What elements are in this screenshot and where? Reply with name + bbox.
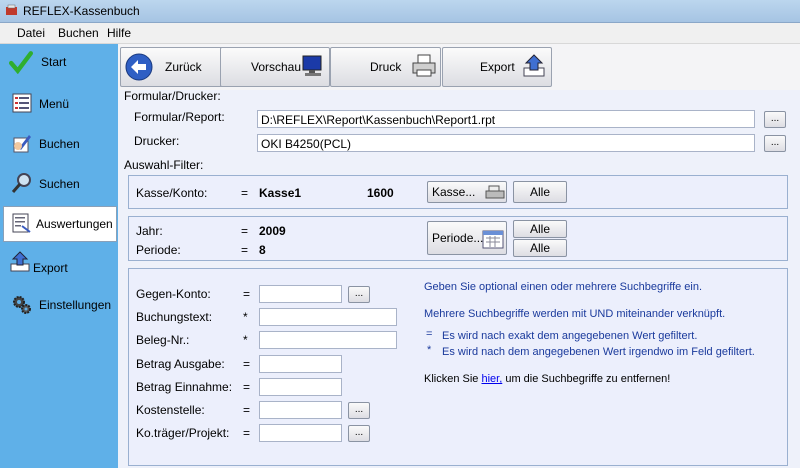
jahr-all-button[interactable]: Alle xyxy=(513,220,567,238)
jahr-label: Jahr: xyxy=(136,224,163,238)
window-title: REFLEX-Kassenbuch xyxy=(23,4,140,18)
form-path-field[interactable]: D:\REFLEX\Report\Kassenbuch\Report1.rpt xyxy=(257,110,755,128)
sidebar-item-buchen[interactable]: Buchen xyxy=(3,126,115,162)
periode-value: 8 xyxy=(259,243,266,257)
kasse-operator: = xyxy=(241,186,249,200)
search-operator: = xyxy=(243,403,251,417)
printer-label: Drucker: xyxy=(134,134,180,148)
betrag-einnahme-input[interactable] xyxy=(259,378,342,396)
search-label-kostentraeger: Ko.träger/Projekt: xyxy=(136,426,230,440)
preview-button[interactable]: Vorschau xyxy=(220,47,330,87)
cash-register-icon xyxy=(485,185,505,199)
legend-star-symbol: * xyxy=(427,344,432,356)
export-arrow-icon xyxy=(10,251,30,272)
search-label-betrag-ausgabe: Betrag Ausgabe: xyxy=(136,357,225,371)
gears-icon xyxy=(13,296,31,314)
browse-form-button[interactable]: ... xyxy=(764,111,786,128)
section-title-filter: Auswahl-Filter: xyxy=(124,158,204,172)
sidebar-item-auswertungen[interactable]: Auswertungen xyxy=(3,206,117,242)
sidebar-item-label: Menü xyxy=(39,97,70,111)
search-label-belegnr: Beleg-Nr.: xyxy=(136,333,190,347)
list-icon xyxy=(12,93,32,113)
buchungstext-input[interactable] xyxy=(259,308,397,326)
section-title-printer: Formular/Drucker: xyxy=(124,89,221,103)
search-operator: = xyxy=(243,287,251,301)
toolbar: Zurück Vorschau Druck Export xyxy=(118,44,800,90)
report-icon xyxy=(12,213,31,233)
browse-gegenkonto-button[interactable]: ... xyxy=(348,286,370,303)
clear-search-line: Klicken Sie hier, um die Suchbegriffe zu… xyxy=(424,373,671,385)
app-icon xyxy=(6,4,17,15)
menu-bar: Datei Buchen Hilfe xyxy=(0,23,800,44)
periode-select-button[interactable]: Periode... xyxy=(427,221,507,255)
legend-eq-text: Es wird nach exakt dem angegebenen Wert … xyxy=(442,330,698,342)
browse-kostentraeger-button[interactable]: ... xyxy=(348,425,370,442)
print-button[interactable]: Druck xyxy=(330,47,441,87)
search-label-buchungstext: Buchungstext: xyxy=(136,310,213,324)
monitor-icon xyxy=(302,55,322,76)
pen-hand-icon xyxy=(13,135,31,153)
form-label: Formular/Report: xyxy=(134,110,225,124)
sidebar-item-label: Buchen xyxy=(39,137,80,151)
search-criteria-box: Gegen-Konto: = ... Buchungstext: * Beleg… xyxy=(128,268,788,466)
back-arrow-icon xyxy=(125,53,153,81)
search-label-kostenstelle: Kostenstelle: xyxy=(136,403,205,417)
back-button[interactable]: Zurück xyxy=(120,47,229,87)
legend-eq-symbol: = xyxy=(426,328,433,340)
kasse-select-button[interactable]: Kasse... xyxy=(427,181,507,203)
menu-buchen[interactable]: Buchen xyxy=(58,26,99,40)
menu-datei[interactable]: Datei xyxy=(17,26,45,40)
sidebar-item-start[interactable]: Start xyxy=(3,46,115,82)
period-filter-box: Jahr: = 2009 Periode: = 8 Periode... All… xyxy=(128,216,788,261)
periode-all-button[interactable]: Alle xyxy=(513,239,567,257)
search-hint-and: Mehrere Suchbegriffe werden mit UND mite… xyxy=(424,308,726,320)
kostenstelle-input[interactable] xyxy=(259,401,342,419)
sidebar-item-label: Start xyxy=(41,55,67,69)
clear-search-link[interactable]: hier, xyxy=(481,373,502,385)
sidebar-item-einstellungen[interactable]: Einstellungen xyxy=(3,287,115,323)
periode-label: Periode: xyxy=(136,243,181,257)
betrag-ausgabe-input[interactable] xyxy=(259,355,342,373)
legend-star-text: Es wird nach dem angegebenen Wert irgend… xyxy=(442,346,755,358)
sidebar: Start Menü Buchen Suchen Auswertungen Ex… xyxy=(0,44,118,468)
kasse-all-button[interactable]: Alle xyxy=(513,181,567,203)
search-hint: Geben Sie optional einen oder mehrere Su… xyxy=(424,281,703,293)
search-operator: * xyxy=(243,310,248,324)
sidebar-item-label: Auswertungen xyxy=(36,217,113,231)
kasse-label: Kasse/Konto: xyxy=(136,186,208,200)
sidebar-item-label: Einstellungen xyxy=(39,298,112,312)
periode-operator: = xyxy=(241,243,249,257)
title-bar: REFLEX-Kassenbuch xyxy=(0,0,800,23)
search-operator: = xyxy=(243,357,251,371)
kasse-value: Kasse1 xyxy=(259,186,302,200)
search-operator: * xyxy=(243,333,248,347)
browse-printer-button[interactable]: ... xyxy=(764,135,786,152)
sidebar-item-label: Suchen xyxy=(39,177,80,191)
sidebar-item-export[interactable]: Export xyxy=(3,247,115,283)
sidebar-item-menue[interactable]: Menü xyxy=(3,86,115,122)
sidebar-item-label: Export xyxy=(33,261,68,275)
browse-kostenstelle-button[interactable]: ... xyxy=(348,402,370,419)
main-content: Zurück Vorschau Druck Export Formular/Dr… xyxy=(118,44,800,468)
search-label-betrag-einnahme: Betrag Einnahme: xyxy=(136,380,233,394)
kasse-number: 1600 xyxy=(367,186,394,200)
gegenkonto-input[interactable] xyxy=(259,285,342,303)
search-operator: = xyxy=(243,426,251,440)
magnifier-icon xyxy=(11,173,31,193)
printer-field[interactable]: OKI B4250(PCL) xyxy=(257,134,755,152)
calendar-icon xyxy=(482,230,504,249)
jahr-operator: = xyxy=(241,224,249,238)
export-button[interactable]: Export xyxy=(442,47,552,87)
search-operator: = xyxy=(243,380,251,394)
kostentraeger-input[interactable] xyxy=(259,424,342,442)
kasse-filter-box: Kasse/Konto: = Kasse1 1600 Kasse... Alle xyxy=(128,175,788,209)
search-label-gegenkonto: Gegen-Konto: xyxy=(136,287,211,301)
sidebar-item-suchen[interactable]: Suchen xyxy=(3,166,115,202)
printer-icon xyxy=(412,54,436,77)
export-arrow-icon xyxy=(523,54,545,77)
jahr-value: 2009 xyxy=(259,224,286,238)
belegnr-input[interactable] xyxy=(259,331,397,349)
menu-hilfe[interactable]: Hilfe xyxy=(107,26,131,40)
checkmark-icon xyxy=(9,51,33,74)
